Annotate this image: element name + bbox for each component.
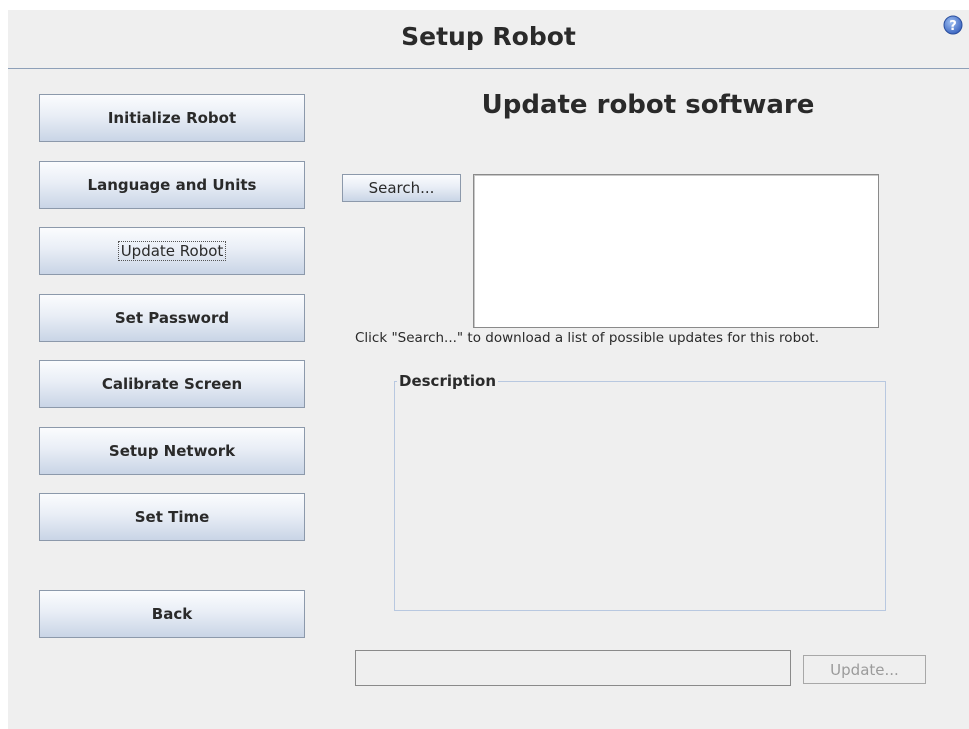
language-and-units-label: Language and Units xyxy=(87,176,257,194)
header: Setup Robot ? xyxy=(8,10,969,69)
set-time-label: Set Time xyxy=(134,508,210,526)
update-file-field[interactable] xyxy=(355,650,791,686)
initialize-robot-button[interactable]: Initialize Robot xyxy=(39,94,305,142)
search-button[interactable]: Search... xyxy=(342,174,461,202)
calibrate-screen-button[interactable]: Calibrate Screen xyxy=(39,360,305,408)
setup-network-label: Setup Network xyxy=(108,442,236,460)
set-password-label: Set Password xyxy=(114,309,230,327)
update-robot-label: Update Robot xyxy=(117,241,227,261)
search-hint: Click "Search..." to download a list of … xyxy=(355,330,819,346)
description-label: Description xyxy=(397,372,499,390)
search-button-label: Search... xyxy=(368,179,435,197)
page-title: Setup Robot xyxy=(401,22,576,51)
update-button[interactable]: Update... xyxy=(803,655,926,684)
updates-list[interactable] xyxy=(473,174,879,328)
back-label: Back xyxy=(151,605,193,623)
description-panel xyxy=(394,381,886,611)
language-and-units-button[interactable]: Language and Units xyxy=(39,161,305,209)
update-robot-button[interactable]: Update Robot xyxy=(39,227,305,275)
question-circle-icon[interactable]: ? xyxy=(943,15,963,35)
back-button[interactable]: Back xyxy=(39,590,305,638)
setup-robot-window: Setup Robot ? Initialize Robot Language … xyxy=(8,10,969,729)
section-title: Update robot software xyxy=(481,90,815,120)
calibrate-screen-label: Calibrate Screen xyxy=(101,375,243,393)
set-time-button[interactable]: Set Time xyxy=(39,493,305,541)
setup-network-button[interactable]: Setup Network xyxy=(39,427,305,475)
set-password-button[interactable]: Set Password xyxy=(39,294,305,342)
initialize-robot-label: Initialize Robot xyxy=(107,109,237,127)
svg-text:?: ? xyxy=(949,19,957,34)
update-button-label: Update... xyxy=(830,660,899,679)
